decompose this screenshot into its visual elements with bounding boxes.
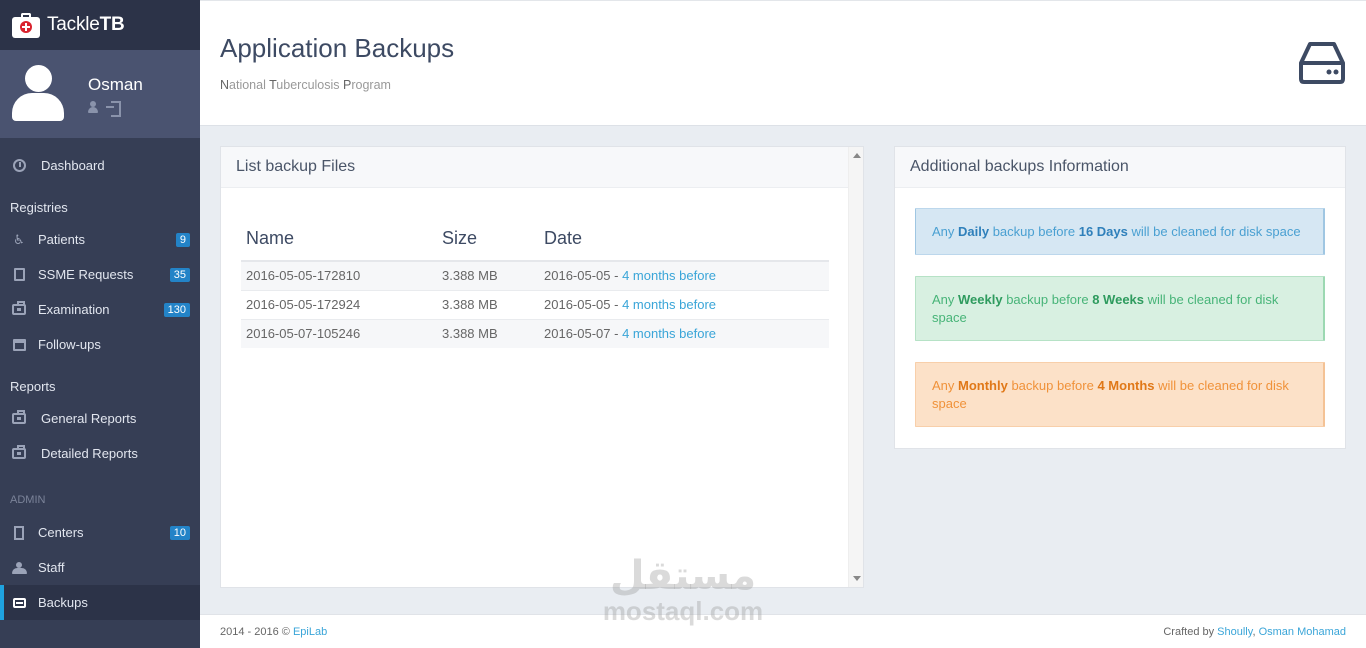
author-link-shoully[interactable]: Shoully — [1217, 626, 1252, 638]
footer: 2014 - 2016 © EpiLab Crafted by Shoully,… — [200, 614, 1366, 648]
hard-drive-icon — [12, 596, 26, 610]
credits: Crafted by Shoully, Osman Mohamad — [1163, 626, 1346, 638]
user-profile: Osman — [0, 50, 200, 138]
relative-time-link[interactable]: 4 months before — [622, 326, 716, 341]
calendar-icon — [12, 338, 26, 352]
table-row[interactable]: 2016-05-07-105246 3.388 MB 2016-05-07 - … — [241, 318, 829, 348]
weekly-backup-alert: Any Weekly backup before 8 Weeks will be… — [915, 276, 1325, 341]
panel-title: Additional backups Information — [895, 147, 1345, 188]
sidebar-item-label: Follow-ups — [38, 337, 101, 352]
sidebar-item-label: Detailed Reports — [41, 446, 138, 461]
sidebar-item-label: Examination — [38, 302, 110, 317]
first-aid-kit-icon — [12, 12, 40, 38]
sidebar-item-label: SSME Requests — [38, 267, 134, 282]
panel-title: List backup Files — [221, 147, 848, 188]
wheelchair-icon: ♿ — [13, 231, 25, 247]
backup-name: 2016-05-05-172924 — [241, 289, 437, 319]
sidebar-item-label: Patients — [38, 232, 85, 247]
column-header-size: Size — [437, 217, 539, 262]
user-name: Osman — [88, 75, 143, 94]
page-subtitle: National Tuberculosis Program — [220, 78, 391, 92]
backup-name: 2016-05-05-172810 — [241, 260, 437, 290]
sidebar-item-general-reports[interactable]: General Reports — [0, 401, 200, 436]
section-header-admin: ADMIN — [10, 494, 46, 506]
backup-date: 2016-05-05 - 4 months before — [539, 289, 829, 319]
sidebar: TackleTB Osman Dashboard Registries ♿ Pa… — [0, 0, 200, 648]
building-icon — [12, 525, 26, 540]
stopwatch-icon — [12, 159, 26, 173]
page-title: Application Backups — [220, 33, 455, 63]
medkit-icon — [12, 445, 26, 461]
epilab-link[interactable]: EpiLab — [293, 626, 327, 638]
user-profile-icon[interactable] — [88, 101, 98, 113]
backup-table: Name Size Date 2016-05-05-172810 3.388 M… — [241, 217, 829, 348]
author-link-osman[interactable]: Osman Mohamad — [1259, 626, 1346, 638]
table-row[interactable]: 2016-05-05-172924 3.388 MB 2016-05-05 - … — [241, 289, 829, 319]
count-badge: 35 — [169, 268, 190, 282]
table-row[interactable]: 2016-05-05-172810 3.388 MB 2016-05-05 - … — [241, 260, 829, 290]
brand[interactable]: TackleTB — [0, 0, 200, 50]
hard-drive-icon — [1299, 42, 1345, 84]
column-header-date: Date — [539, 217, 829, 262]
sidebar-item-label: Backups — [38, 595, 88, 610]
sidebar-item-examination[interactable]: Examination 130 — [0, 292, 200, 327]
backup-list-panel: List backup Files Name Size Date 2016-05… — [220, 146, 864, 588]
sidebar-item-dashboard[interactable]: Dashboard — [0, 148, 200, 183]
avatar — [12, 65, 64, 123]
scrollbar[interactable] — [848, 147, 863, 587]
column-header-name: Name — [241, 217, 437, 262]
sidebar-item-ssme-requests[interactable]: SSME Requests 35 — [0, 257, 200, 292]
relative-time-link[interactable]: 4 months before — [622, 297, 716, 312]
sidebar-item-detailed-reports[interactable]: Detailed Reports — [0, 436, 200, 471]
backup-size: 3.388 MB — [437, 260, 539, 290]
count-badge: 9 — [175, 233, 190, 247]
backup-info-panel: Additional backups Information Any Daily… — [894, 146, 1346, 449]
count-badge: 10 — [169, 526, 190, 540]
sidebar-item-label: Dashboard — [41, 158, 105, 173]
medkit-icon — [12, 301, 26, 317]
count-badge: 130 — [163, 303, 190, 317]
backup-date: 2016-05-05 - 4 months before — [539, 260, 829, 290]
sidebar-item-label: Staff — [38, 560, 65, 575]
document-icon — [12, 268, 26, 282]
backup-size: 3.388 MB — [437, 318, 539, 348]
brand-name: TackleTB — [47, 14, 125, 35]
sidebar-item-label: General Reports — [41, 411, 137, 426]
sidebar-item-backups[interactable]: Backups — [0, 585, 200, 620]
backup-size: 3.388 MB — [437, 289, 539, 319]
backup-date: 2016-05-07 - 4 months before — [539, 318, 829, 348]
copyright: 2014 - 2016 © EpiLab — [220, 626, 328, 638]
sidebar-item-label: Centers — [38, 525, 84, 540]
section-header-registries: Registries — [10, 199, 68, 215]
scroll-up-icon[interactable] — [853, 153, 861, 158]
daily-backup-alert: Any Daily backup before 16 Days will be … — [915, 208, 1325, 255]
sidebar-item-centers[interactable]: Centers 10 — [0, 515, 200, 550]
sidebar-nav: Dashboard Registries ♿ Patients 9 SSME R… — [0, 148, 200, 620]
sidebar-item-staff[interactable]: Staff — [0, 550, 200, 585]
medkit-icon — [12, 410, 26, 426]
monthly-backup-alert: Any Monthly backup before 4 Months will … — [915, 362, 1325, 427]
backup-name: 2016-05-07-105246 — [241, 318, 437, 348]
page-header: Application Backups National Tuberculosi… — [200, 0, 1366, 126]
sidebar-item-follow-ups[interactable]: Follow-ups — [0, 327, 200, 362]
sign-out-icon[interactable] — [106, 101, 121, 117]
scroll-down-icon[interactable] — [853, 576, 861, 581]
relative-time-link[interactable]: 4 months before — [622, 268, 716, 283]
section-header-reports: Reports — [10, 378, 56, 394]
users-icon — [12, 561, 27, 575]
sidebar-item-patients[interactable]: ♿ Patients 9 — [0, 222, 200, 257]
